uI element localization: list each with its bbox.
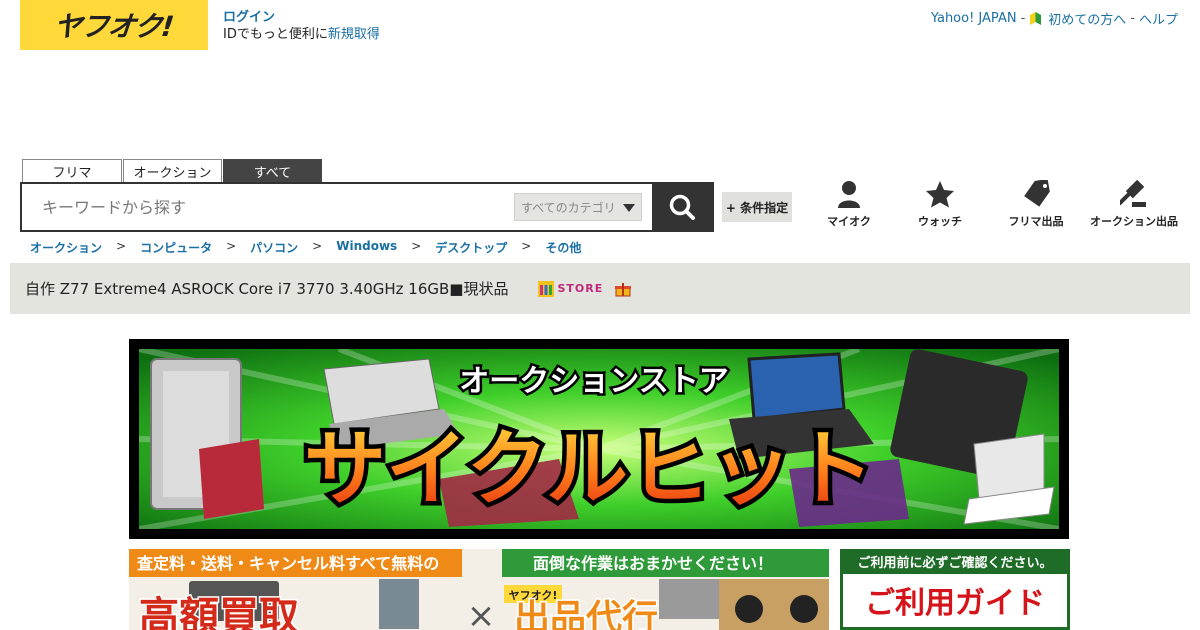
breadcrumb-separator: > (312, 239, 323, 253)
nav-label: マイオク (827, 215, 871, 228)
tab-auction[interactable]: オークション (123, 159, 222, 182)
breadcrumb-link[interactable]: その他 (545, 239, 581, 256)
login-link[interactable]: ログイン (223, 9, 380, 26)
category-select-value: すべてのカテゴリ (521, 200, 616, 215)
usage-guide-banner[interactable]: ご利用前に必ずご確認ください。 ご利用ガイド (840, 549, 1070, 630)
yahoo-japan-link[interactable]: Yahoo! JAPAN (931, 11, 1017, 26)
store-label: STORE (557, 282, 604, 295)
search-input[interactable] (22, 184, 514, 230)
logo-text: ヤフオク! (52, 10, 176, 43)
breadcrumb-link[interactable]: オークション (30, 239, 102, 256)
guide-lead: ご利用前に必ずご確認ください。 (857, 555, 1052, 571)
store-badge[interactable]: STORE (538, 280, 604, 297)
breadcrumb: オークション > コンピュータ > パソコン > Windows > デスクトッ… (30, 239, 581, 256)
tab-all[interactable]: すべて (223, 159, 322, 182)
breadcrumb-link[interactable]: コンピュータ (140, 239, 212, 256)
svg-text:×: × (467, 596, 496, 630)
breadcrumb-link[interactable]: デスクトップ (435, 239, 507, 256)
store-icon (538, 280, 555, 297)
search-tabs: フリマ オークション すべて (22, 159, 322, 182)
top-links: Yahoo! JAPAN - 初めての方へ - ヘルプ (931, 9, 1178, 28)
login-note: IDでもっと便利に (223, 27, 328, 42)
guide-title: ご利用ガイド (865, 586, 1045, 621)
help-link[interactable]: ヘルプ (1139, 9, 1178, 28)
register-line: IDでもっと便利に新規取得 (223, 26, 380, 43)
buyback-lead: 査定料・送料・キャンセル料すべて無料の (137, 554, 439, 573)
nav-auction-sell[interactable]: オークション出品 (1088, 180, 1180, 229)
top-link-separator: - (1020, 11, 1026, 26)
breadcrumb-separator: > (521, 239, 532, 253)
user-icon (838, 181, 860, 208)
item-title: 自作 Z77 Extreme4 ASROCK Core i7 3770 3.40… (25, 280, 509, 298)
guide-artwork: ご利用前に必ずご確認ください。 ご利用ガイド (843, 555, 1067, 627)
tab-flea-market[interactable]: フリマ (22, 159, 122, 182)
nav-my-auction[interactable]: マイオク (826, 180, 872, 229)
search-bar: すべてのカテゴリ (20, 182, 714, 232)
search-button[interactable] (652, 184, 712, 230)
beginner-link[interactable]: 初めての方へ (1048, 9, 1126, 28)
buyback-title: 高額買取 (139, 594, 299, 630)
search-icon (669, 194, 695, 220)
nav-flea-sell[interactable]: フリマ出品 (1004, 180, 1068, 229)
tag-icon (1024, 180, 1050, 207)
banner-image: オークションストア サイクルヒット (139, 349, 1059, 529)
listing-title: 出品代行 (514, 598, 658, 630)
breadcrumb-link[interactable]: パソコン (250, 239, 298, 256)
nav-label: ウォッチ (918, 215, 962, 228)
buyback-banner[interactable]: 査定料・送料・キャンセル料すべて無料の 面倒な作業はおまかせください！ ヤフオク… (129, 549, 829, 630)
breadcrumb-separator: > (226, 239, 237, 253)
caret-down-icon (623, 204, 635, 212)
nav-label: オークション出品 (1090, 215, 1178, 228)
breadcrumb-separator: > (411, 239, 422, 253)
beginner-mark-icon (1029, 11, 1042, 26)
yafuoku-logo[interactable]: ヤフオク! (20, 0, 208, 50)
gift-icon (615, 282, 632, 296)
banner-artwork: オークションストア サイクルヒット (139, 349, 1059, 529)
condition-button[interactable]: + 条件指定 (722, 192, 792, 222)
breadcrumb-link[interactable]: Windows (336, 239, 397, 256)
breadcrumb-separator: > (116, 239, 127, 253)
banner-subtitle: オークションストア (459, 364, 728, 399)
category-select[interactable]: すべてのカテゴリ (514, 193, 642, 221)
buyback-artwork: 査定料・送料・キャンセル料すべて無料の 面倒な作業はおまかせください！ ヤフオク… (129, 549, 829, 630)
listing-lead: 面倒な作業はおまかせください！ (533, 554, 773, 573)
nav-watch[interactable]: ウォッチ (912, 180, 968, 229)
nav-label: フリマ出品 (1008, 215, 1064, 228)
login-box: ログイン IDでもっと便利に新規取得 (223, 9, 380, 43)
star-icon (926, 181, 954, 208)
item-title-bar: 自作 Z77 Extreme4 ASROCK Core i7 3770 3.40… (10, 263, 1190, 314)
banner-title: サイクルヒット (304, 422, 874, 517)
store-banner[interactable]: オークションストア サイクルヒット (129, 339, 1069, 539)
top-link-separator: - (1130, 11, 1135, 26)
gavel-icon (1120, 180, 1146, 207)
register-link[interactable]: 新規取得 (328, 27, 380, 42)
